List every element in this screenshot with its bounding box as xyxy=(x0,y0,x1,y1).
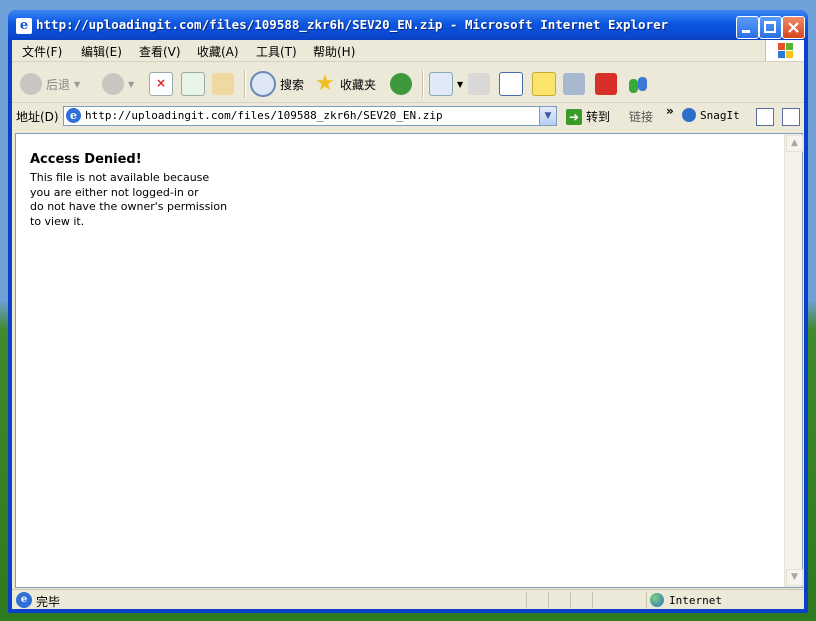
page-content: Access Denied! This file is not availabl… xyxy=(30,152,790,229)
security-zone: Internet xyxy=(650,593,722,607)
edit-icon xyxy=(499,72,523,96)
snagit-label: SnagIt xyxy=(700,108,740,122)
browser-client: 文件(F) 编辑(E) 查看(V) 收藏(A) 工具(T) 帮助(H) 后退 ▼… xyxy=(12,40,804,609)
stop-icon: × xyxy=(149,72,173,96)
vertical-scrollbar[interactable]: ▲ ▼ xyxy=(784,134,803,587)
download-button[interactable] xyxy=(595,72,617,96)
search-label: 搜索 xyxy=(280,77,305,92)
close-icon xyxy=(788,22,799,33)
maximize-button[interactable] xyxy=(759,16,782,39)
go-arrow-icon: ➜ xyxy=(566,108,582,125)
favorites-label: 收藏夹 xyxy=(340,77,377,92)
history-button[interactable] xyxy=(390,72,412,96)
scroll-down-icon[interactable]: ▼ xyxy=(786,569,803,586)
status-panel xyxy=(592,592,593,608)
page-heading: Access Denied! xyxy=(30,152,142,167)
ie-window: e http://uploadingit.com/files/109588_zk… xyxy=(8,10,808,613)
status-panel xyxy=(646,592,647,608)
title-bar[interactable]: e http://uploadingit.com/files/109588_zk… xyxy=(8,10,808,40)
menu-favorites[interactable]: 收藏(A) xyxy=(197,43,239,60)
minimize-button[interactable] xyxy=(736,16,759,39)
forward-button[interactable]: ▼ xyxy=(102,72,134,96)
snagit-window-icon[interactable] xyxy=(756,108,774,126)
star-icon: ★ xyxy=(315,71,335,96)
menu-file[interactable]: 文件(F) xyxy=(22,43,62,60)
research-button[interactable] xyxy=(563,72,585,96)
menu-edit[interactable]: 编辑(E) xyxy=(81,43,122,60)
windows-flag-icon xyxy=(765,40,804,61)
standard-toolbar: 后退 ▼ ▼ × 搜索 ★ 收藏夹 ▼ xyxy=(12,62,804,103)
address-url: http://uploadingit.com/files/109588_zkr6… xyxy=(85,109,443,122)
messenger-icon xyxy=(627,73,649,95)
refresh-button[interactable] xyxy=(181,72,205,96)
snagit-icon xyxy=(682,108,696,122)
edit-button[interactable] xyxy=(499,72,523,96)
back-arrow-icon xyxy=(20,73,42,95)
download-icon xyxy=(595,73,617,95)
forward-arrow-icon xyxy=(102,73,124,95)
mail-icon xyxy=(429,72,453,96)
back-label: 后退 xyxy=(46,77,71,92)
print-button[interactable] xyxy=(468,72,490,96)
back-button[interactable]: 后退 ▼ xyxy=(20,72,80,96)
address-dropdown-icon[interactable]: ▼ xyxy=(539,107,556,125)
globe-icon xyxy=(650,593,664,607)
zone-label: Internet xyxy=(669,593,722,607)
menu-bar: 文件(F) 编辑(E) 查看(V) 收藏(A) 工具(T) 帮助(H) xyxy=(12,40,804,62)
address-input[interactable]: e http://uploadingit.com/files/109588_zk… xyxy=(63,106,557,126)
printer-icon xyxy=(468,73,490,95)
status-bar: e 完毕 Internet xyxy=(12,589,804,610)
home-button[interactable] xyxy=(212,72,234,96)
note-icon xyxy=(532,72,556,96)
menu-view[interactable]: 查看(V) xyxy=(139,43,181,60)
stop-button[interactable]: × xyxy=(149,72,173,96)
messenger-button[interactable] xyxy=(627,72,649,96)
snagit-options-icon[interactable] xyxy=(782,108,800,126)
address-label: 地址(D) xyxy=(16,110,59,124)
status-page-icon: e xyxy=(16,592,32,608)
mail-dropdown-icon: ▼ xyxy=(457,79,464,89)
status-panel xyxy=(548,592,549,608)
search-button[interactable]: 搜索 xyxy=(250,71,305,97)
discuss-button[interactable] xyxy=(532,72,556,96)
window-title: http://uploadingit.com/files/109588_zkr6… xyxy=(36,17,669,32)
close-button[interactable] xyxy=(782,16,805,39)
menu-tools[interactable]: 工具(T) xyxy=(256,43,297,60)
page-icon: e xyxy=(66,108,81,123)
menu-help[interactable]: 帮助(H) xyxy=(313,43,355,60)
status-panel xyxy=(570,592,571,608)
books-icon xyxy=(563,73,585,95)
mail-button[interactable]: ▼ xyxy=(429,72,463,96)
links-chevron-icon[interactable]: » xyxy=(666,104,674,118)
go-button[interactable]: ➜ 转到 xyxy=(566,108,610,125)
go-label: 转到 xyxy=(586,110,611,124)
address-bar: 地址(D) e http://uploadingit.com/files/109… xyxy=(12,103,804,129)
ie-logo-icon: e xyxy=(16,18,32,34)
refresh-icon xyxy=(181,72,205,96)
status-panel xyxy=(526,592,527,608)
search-icon xyxy=(250,71,276,97)
forward-dropdown-icon: ▼ xyxy=(128,79,135,89)
links-label[interactable]: 链接 xyxy=(629,108,653,125)
favorites-button[interactable]: ★ 收藏夹 xyxy=(314,72,376,96)
access-message: This file is not available because you a… xyxy=(30,171,228,228)
back-dropdown-icon: ▼ xyxy=(74,79,81,89)
scroll-up-icon[interactable]: ▲ xyxy=(786,135,803,152)
home-icon xyxy=(212,73,234,95)
history-icon xyxy=(390,73,412,95)
status-text: 完毕 xyxy=(36,595,61,609)
snagit-button[interactable]: SnagIt xyxy=(682,108,740,122)
page-viewport: Access Denied! This file is not availabl… xyxy=(15,133,803,588)
